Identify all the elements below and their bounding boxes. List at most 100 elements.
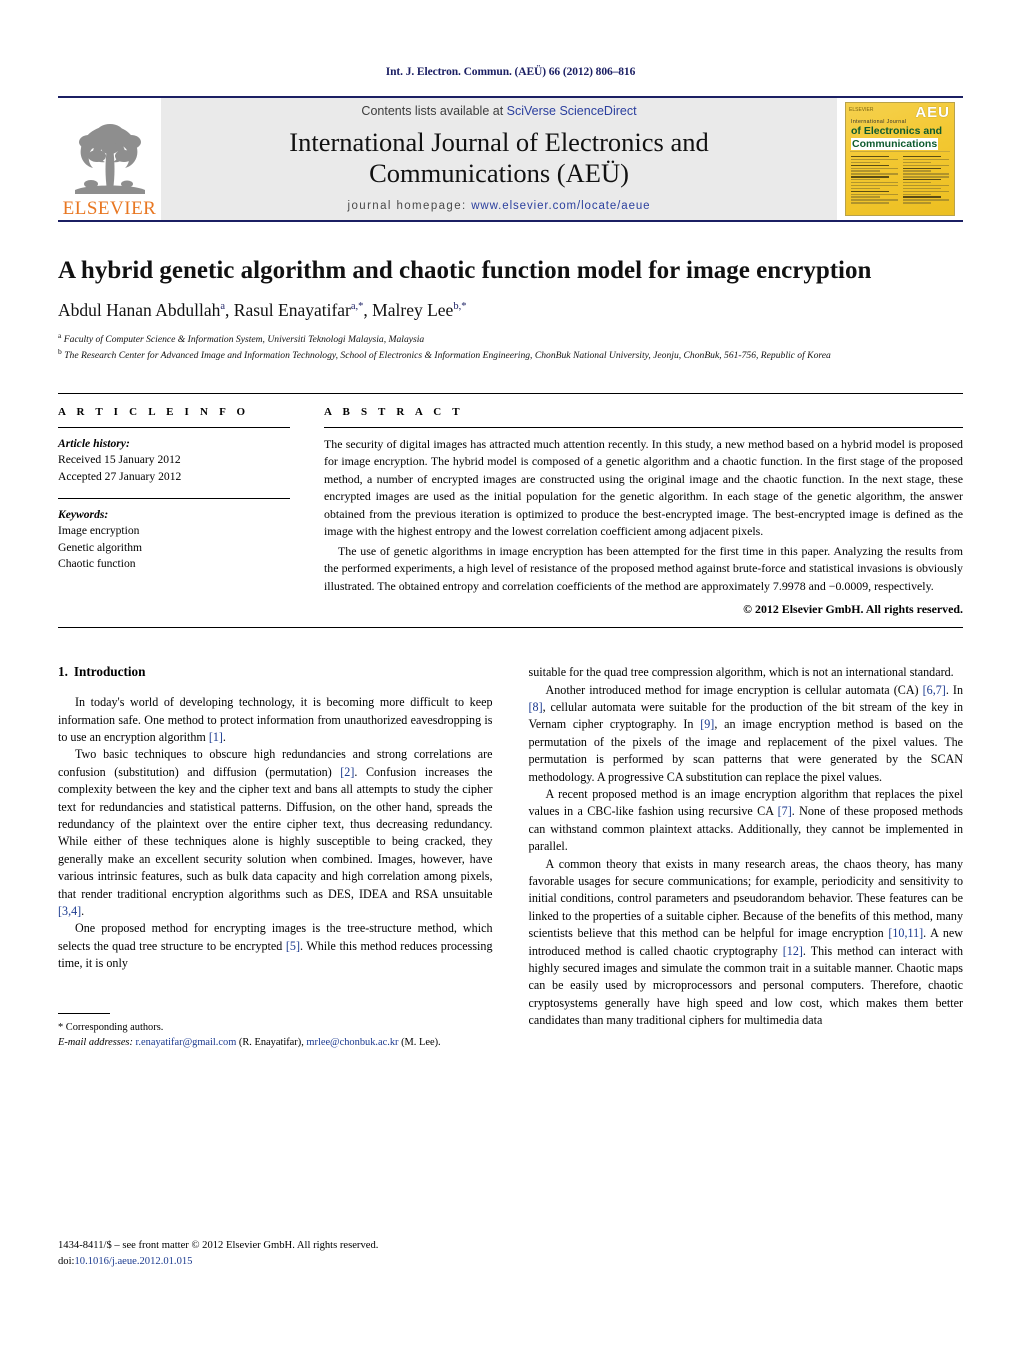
abstract-paragraph-1: The security of digital images has attra… bbox=[324, 436, 963, 539]
contents-available-line: Contents lists available at SciVerse Sci… bbox=[361, 104, 636, 118]
intro-paragraph-1: In today's world of developing technolog… bbox=[58, 694, 493, 746]
journal-cover-thumbnail: ELSEVIER AEU International Journal of El… bbox=[837, 98, 963, 220]
keywords-label: Keywords: bbox=[58, 507, 109, 521]
abstract-rule bbox=[324, 426, 963, 428]
article-info-separator bbox=[58, 497, 290, 499]
affiliations: a Faculty of Computer Science & Informat… bbox=[58, 331, 963, 363]
cover-artwork: ELSEVIER AEU International Journal of El… bbox=[845, 102, 955, 216]
journal-title-line1: International Journal of Electronics and bbox=[289, 126, 709, 157]
citation-ref[interactable]: [3,4] bbox=[58, 904, 81, 918]
doi-link[interactable]: 10.1016/j.aeue.2012.01.015 bbox=[74, 1256, 192, 1267]
intro-paragraph-4: Another introduced method for image encr… bbox=[529, 682, 964, 786]
email-owner-1: (R. Enayatifar), bbox=[236, 1036, 307, 1048]
affiliation-a-text: Faculty of Computer Science & Informatio… bbox=[63, 334, 425, 346]
citation-ref[interactable]: [8] bbox=[529, 700, 543, 714]
email-link-1[interactable]: r.enayatifar@gmail.com bbox=[136, 1037, 237, 1048]
cover-toc-col-left bbox=[851, 156, 898, 212]
article-received-date: Received 15 January 2012 bbox=[58, 453, 181, 467]
elsevier-tree-icon bbox=[74, 124, 145, 194]
intro-p2-tail: . bbox=[81, 903, 85, 918]
doi-line: doi:10.1016/j.aeue.2012.01.015 bbox=[58, 1254, 378, 1269]
intro-p4-text: Another introduced method for image encr… bbox=[545, 682, 923, 697]
masthead-bottom-rule bbox=[58, 220, 963, 222]
contents-prefix: Contents lists available at bbox=[361, 103, 507, 118]
email-link-2[interactable]: mrlee@chonbuk.ac.kr bbox=[306, 1037, 398, 1048]
homepage-url-link[interactable]: www.elsevier.com/locate/aeue bbox=[471, 200, 650, 212]
keywords-block: Keywords: Image encryption Genetic algor… bbox=[58, 507, 290, 573]
masthead-center: Contents lists available at SciVerse Sci… bbox=[161, 98, 837, 220]
journal-title: International Journal of Electronics and… bbox=[289, 127, 708, 188]
author-list: Abdul Hanan Abdullaha, Rasul Enayatifara… bbox=[58, 300, 467, 320]
issn-copyright-line: 1434-8411/$ – see front matter © 2012 El… bbox=[58, 1240, 379, 1252]
article-history-label: Article history: bbox=[58, 436, 130, 450]
abstract-heading: A B S T R A C T bbox=[324, 405, 464, 418]
citation-ref[interactable]: [9] bbox=[700, 717, 714, 731]
affiliation-a: a Faculty of Computer Science & Informat… bbox=[58, 331, 425, 346]
article-info-heading: A R T I C L E I N F O bbox=[58, 405, 250, 418]
keyword-item: Chaotic function bbox=[58, 557, 136, 571]
article-info-column: A R T I C L E I N F O Article history: R… bbox=[58, 406, 290, 618]
author-affil-mark: a,* bbox=[350, 301, 364, 313]
citation-ref[interactable]: [10,11] bbox=[888, 926, 923, 940]
abstract-column: A B S T R A C T The security of digital … bbox=[324, 406, 963, 618]
cover-toc bbox=[851, 156, 949, 212]
intro-p1-tail: . bbox=[222, 729, 226, 744]
author-name: Rasul Enayatifar bbox=[233, 300, 351, 320]
keyword-item: Genetic algorithm bbox=[58, 540, 143, 554]
author-affil-mark: b,* bbox=[453, 301, 467, 313]
cover-title-line2: Communications bbox=[851, 138, 939, 150]
corresponding-author-footnote: * Corresponding authors. E-mail addresse… bbox=[58, 1012, 493, 1050]
author-name: Abdul Hanan Abdullah bbox=[58, 300, 221, 320]
corresponding-authors-note: * Corresponding authors. bbox=[58, 1021, 164, 1033]
running-head: Int. J. Electron. Commun. (AEÜ) 66 (2012… bbox=[385, 66, 636, 78]
intro-paragraph-continuation: suitable for the quad tree compression a… bbox=[528, 665, 954, 680]
citation-ref[interactable]: [5] bbox=[286, 939, 300, 953]
intro-paragraph-3: One proposed method for encrypting image… bbox=[58, 920, 493, 972]
article-history-block: Article history: Received 15 January 201… bbox=[58, 436, 290, 485]
email-label: E-mail addresses: bbox=[58, 1036, 133, 1048]
sciencedirect-link[interactable]: SciVerse ScienceDirect bbox=[507, 104, 637, 118]
keyword-item: Image encryption bbox=[58, 524, 140, 538]
cover-divider bbox=[850, 151, 950, 152]
journal-masthead: ELSEVIER Contents lists available at Sci… bbox=[58, 96, 963, 220]
affiliation-b-text: The Research Center for Advanced Image a… bbox=[64, 349, 831, 361]
abstract-copyright: © 2012 Elsevier GmbH. All rights reserve… bbox=[743, 602, 963, 617]
article-accepted-date: Accepted 27 January 2012 bbox=[58, 469, 182, 483]
citation-ref[interactable]: [1] bbox=[209, 730, 223, 744]
doi-label: doi: bbox=[58, 1255, 75, 1267]
page-title: A hybrid genetic algorithm and chaotic f… bbox=[58, 257, 872, 284]
citation-ref[interactable]: [2] bbox=[340, 765, 354, 779]
paper-page: Int. J. Electron. Commun. (AEÜ) 66 (2012… bbox=[0, 0, 1021, 1351]
article-info-rule bbox=[58, 426, 290, 428]
intro-paragraph-2: Two basic techniques to obscure high red… bbox=[58, 746, 493, 920]
section-number: 1. bbox=[58, 664, 68, 680]
affiliation-b: b The Research Center for Advanced Image… bbox=[58, 346, 831, 361]
section-title: Introduction bbox=[73, 664, 146, 680]
body-columns: 1. Introduction In today's world of devel… bbox=[58, 664, 963, 1050]
journal-homepage-line: journal homepage: www.elsevier.com/locat… bbox=[348, 200, 651, 212]
intro-p2-text-b: . Confusion increases the complexity bet… bbox=[58, 764, 493, 901]
page-footer: 1434-8411/$ – see front matter © 2012 El… bbox=[58, 1238, 378, 1269]
cover-toc-col-right bbox=[902, 156, 949, 212]
email-owner-2: (M. Lee). bbox=[398, 1036, 441, 1048]
cover-title-line1: of Electronics and bbox=[851, 125, 943, 137]
body-column-left: 1. Introduction In today's world of devel… bbox=[58, 664, 493, 1050]
section-heading-introduction: 1. Introduction bbox=[58, 664, 493, 680]
elsevier-logo: ELSEVIER bbox=[58, 98, 161, 220]
intro-paragraph-5: A recent proposed method is an image enc… bbox=[529, 786, 964, 856]
body-column-right: suitable for the quad tree compression a… bbox=[529, 664, 964, 1050]
citation-ref[interactable]: [7] bbox=[778, 804, 792, 818]
author-name: Malrey Lee bbox=[372, 300, 454, 320]
footnote-rule bbox=[58, 1012, 110, 1014]
email-addresses-note: E-mail addresses: r.enayatifar@gmail.com… bbox=[58, 1035, 493, 1050]
cover-elsevier-mark: ELSEVIER bbox=[849, 106, 874, 113]
homepage-prefix: journal homepage: bbox=[347, 200, 472, 213]
abstract-paragraph-2: The use of genetic algorithms in image e… bbox=[324, 543, 963, 593]
citation-ref[interactable]: [12] bbox=[783, 944, 803, 958]
band-bottom-rule bbox=[58, 627, 963, 629]
citation-ref[interactable]: [6,7] bbox=[923, 683, 946, 697]
info-abstract-band: A R T I C L E I N F O Article history: R… bbox=[58, 392, 963, 618]
elsevier-wordmark: ELSEVIER bbox=[62, 198, 157, 219]
journal-title-line2: Communications (AEÜ) bbox=[369, 157, 629, 188]
intro-paragraph-6: A common theory that exists in many rese… bbox=[529, 856, 964, 1030]
